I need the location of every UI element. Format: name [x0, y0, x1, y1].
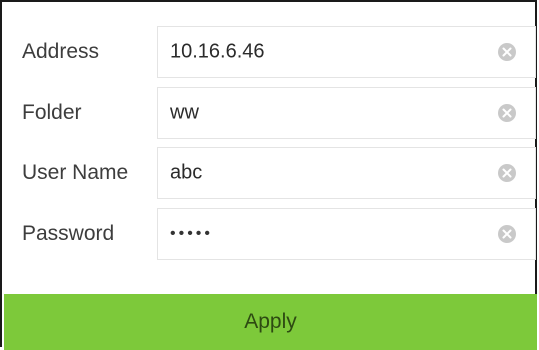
user-name-field[interactable]: abc [157, 147, 536, 199]
address-row: Address 10.16.6.46 [2, 22, 537, 82]
address-field[interactable]: 10.16.6.46 [157, 26, 536, 78]
folder-field[interactable]: ww [157, 87, 536, 139]
clear-circle-x-icon[interactable] [497, 224, 517, 244]
user-name-value: abc [170, 161, 203, 184]
clear-circle-x-icon[interactable] [497, 163, 517, 183]
address-value: 10.16.6.46 [170, 40, 265, 63]
folder-row: Folder ww [2, 83, 537, 143]
user-name-row: User Name abc [2, 143, 537, 203]
clear-circle-x-icon[interactable] [497, 42, 517, 62]
password-value: ••••• [170, 225, 214, 242]
folder-label: Folder [22, 101, 82, 124]
password-field[interactable]: ••••• [157, 208, 536, 260]
password-row: Password ••••• [2, 204, 537, 264]
user-name-label: User Name [22, 161, 129, 184]
password-label: Password [22, 222, 115, 245]
settings-form: Address 10.16.6.46 Folder ww User Name a… [0, 0, 537, 350]
apply-button-label: Apply [244, 310, 297, 333]
apply-button[interactable]: Apply [4, 294, 537, 350]
folder-value: ww [170, 101, 199, 124]
clear-circle-x-icon[interactable] [497, 103, 517, 123]
address-label: Address [22, 40, 100, 63]
